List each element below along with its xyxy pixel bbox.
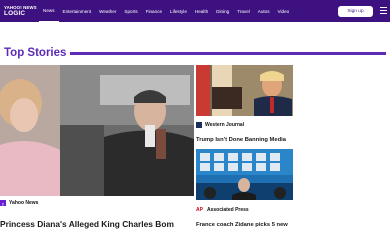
western-journal-logo-icon [196,122,202,128]
hero-source[interactable]: y Yahoo News [0,200,38,206]
card-1-source[interactable]: Western Journal [196,122,244,128]
nav-item-dining[interactable]: Dining [212,0,233,22]
card-2-source-name: Associated Press [207,207,249,213]
hero-story-image[interactable] [0,65,194,196]
main-nav: News Entertainment Weather Sports Financ… [39,0,293,22]
ap-logo-icon: AP [196,207,203,213]
nav-item-sports[interactable]: Sports [120,0,141,22]
card-1-image[interactable] [196,65,293,116]
card-2-photo [196,149,293,200]
section-title: Top Stories [4,47,67,59]
hero-headline[interactable]: Princess Diana's Alleged King Charles Bo… [0,219,174,229]
nav-item-video[interactable]: Video [274,0,294,22]
logo-line-2: LOGIC [4,10,26,17]
hamburger-menu-icon[interactable] [380,7,387,15]
nav-item-entertainment[interactable]: Entertainment [59,0,96,22]
nav-item-news[interactable]: News [39,0,59,22]
nav-item-travel[interactable]: Travel [233,0,254,22]
nav-item-finance[interactable]: Finance [142,0,166,22]
section-divider [70,52,386,55]
nav-item-health[interactable]: Health [191,0,212,22]
hero-source-name: Yahoo News [9,200,39,206]
card-2-source[interactable]: AP Associated Press [196,207,249,213]
card-2-headline[interactable]: France coach Zidane picks 5 new [196,222,288,228]
site-logo[interactable]: YAHOO! NEWS LOGIC [4,3,37,19]
signup-button[interactable]: Sign up [338,6,373,17]
yahoo-news-logo-icon: y [0,200,6,206]
card-2-image[interactable] [196,149,293,200]
hero-photo [0,65,194,196]
nav-item-weather[interactable]: Weather [95,0,120,22]
top-navigation-bar: YAHOO! NEWS LOGIC News Entertainment Wea… [0,0,390,22]
card-1-source-name: Western Journal [205,122,245,128]
card-1-photo [196,65,293,116]
nav-item-autos[interactable]: Autos [254,0,274,22]
nav-item-lifestyle[interactable]: Lifestyle [166,0,191,22]
card-1-headline[interactable]: Trump Isn't Done Banning Media [196,137,286,143]
